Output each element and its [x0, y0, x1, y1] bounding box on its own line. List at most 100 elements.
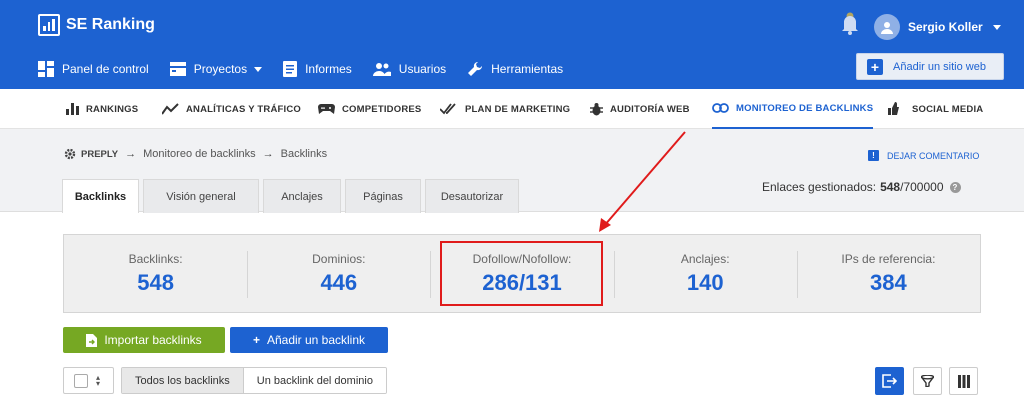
breadcrumb-separator: → — [125, 148, 137, 160]
nav-item-label: Usuarios — [398, 62, 447, 76]
nav-item-projects[interactable]: Proyectos — [169, 57, 263, 81]
thumbs-icon — [888, 102, 899, 115]
app-name: SE Ranking — [66, 16, 155, 33]
breadcrumb-current: Backlinks — [280, 148, 328, 160]
export-icon — [882, 374, 897, 388]
comment-label: DEJAR COMENTARIO — [887, 150, 980, 161]
tab-overview[interactable]: Visión general — [143, 179, 259, 213]
tab-competitors[interactable]: COMPETIDORES — [318, 89, 421, 129]
stat-label: IPs de referencia: — [841, 251, 936, 266]
tab-label: COMPETIDORES — [342, 103, 422, 115]
trend-line-icon — [162, 103, 179, 115]
nav-item-reports[interactable]: Informes — [283, 57, 352, 81]
tab-label: ANALÍTICAS Y TRÁFICO — [186, 103, 302, 115]
gear-icon — [64, 148, 76, 160]
module-nav: RANKINGS ANALÍTICAS Y TRÁFICO COMPETIDOR… — [0, 89, 1024, 129]
import-label: Importar backlinks — [104, 333, 202, 347]
user-menu[interactable]: Sergio Koller — [874, 14, 1001, 40]
breadcrumb-project[interactable]: PREPLY — [81, 149, 118, 160]
link-icon — [712, 103, 729, 113]
dashboard-icon — [38, 61, 54, 77]
tab-marketing-plan[interactable]: PLAN DE MARKETING — [440, 89, 570, 129]
bar-chart-icon — [66, 103, 79, 115]
managed-links: Enlaces gestionados: 548 /700000 ? — [762, 180, 961, 194]
stat-label: Backlinks: — [128, 251, 183, 266]
stat-value: 548 — [137, 269, 174, 295]
tab-anchors[interactable]: Anclajes — [263, 179, 341, 213]
managed-used: 548 — [880, 180, 901, 194]
stat-value: 286/131 — [482, 269, 562, 295]
main-nav: Panel de control Proyectos Informes Usua… — [38, 57, 584, 81]
breadcrumb-module[interactable]: Monitoreo de backlinks — [143, 148, 256, 160]
chevron-down-icon — [254, 66, 263, 72]
tab-social-media[interactable]: SOCIAL MEDIA — [887, 89, 983, 129]
funnel-icon — [921, 375, 934, 387]
columns-icon — [957, 374, 970, 388]
page-tabs: Backlinks Visión general Anclajes Página… — [62, 179, 523, 213]
annotation-arrow — [599, 131, 686, 232]
tab-backlink-monitor[interactable]: MONITOREO DE BACKLINKS — [712, 89, 874, 129]
import-backlinks-button[interactable]: Importar backlinks — [63, 327, 225, 353]
nav-item-label: Informes — [305, 62, 352, 76]
filter-one-per-domain[interactable]: Un backlink del dominio — [243, 368, 386, 393]
tab-rankings[interactable]: RANKINGS — [66, 89, 138, 129]
select-all-dropdown[interactable]: ▴ ▾ — [63, 367, 114, 394]
tab-disavow[interactable]: Desautorizar — [425, 179, 519, 213]
tab-analytics[interactable]: ANALÍTICAS Y TRÁFICO — [162, 89, 301, 129]
comment-icon: ! — [868, 150, 879, 161]
tab-label: AUDITORÍA WEB — [610, 103, 690, 115]
managed-label: Enlaces gestionados: — [762, 180, 877, 194]
tab-pages[interactable]: Páginas — [345, 179, 421, 213]
stat-value: 446 — [320, 269, 358, 295]
filter-all-backlinks[interactable]: Todos los backlinks — [122, 368, 244, 393]
nav-item-dashboard[interactable]: Panel de control — [38, 57, 149, 81]
double-check-icon — [440, 103, 456, 115]
help-icon[interactable]: ? — [949, 181, 961, 193]
app-logo[interactable]: SE Ranking — [38, 14, 155, 36]
bug-icon — [590, 102, 603, 115]
breadcrumb: PREPLY → Monitoreo de backlinks → Backli… — [64, 148, 327, 160]
avatar — [874, 14, 900, 40]
logo-icon — [38, 14, 60, 36]
wrench-icon — [468, 61, 483, 76]
add-backlink-button[interactable]: + Añadir un backlink — [230, 327, 388, 353]
stat-anchors: Anclajes: 140 — [613, 235, 797, 312]
managed-total: /700000 — [900, 180, 944, 194]
leave-comment-link[interactable]: ! DEJAR COMENTARIO — [868, 150, 979, 161]
add-label: Añadir un backlink — [266, 333, 366, 347]
stat-label: Anclajes: — [680, 251, 730, 266]
tab-label: PLAN DE MARKETING — [465, 103, 571, 115]
reports-icon — [283, 61, 298, 77]
filter-button[interactable] — [913, 367, 942, 395]
stat-value: 384 — [870, 269, 907, 295]
tab-label: MONITOREO DE BACKLINKS — [736, 102, 874, 114]
backlink-filter: Todos los backlinks Un backlink del domi… — [121, 367, 387, 394]
stat-label: Dominios: — [312, 251, 366, 266]
export-button[interactable] — [875, 367, 904, 395]
nav-item-label: Herramientas — [491, 62, 564, 76]
columns-button[interactable] — [949, 367, 978, 395]
top-header: SE Ranking Sergio Koller Panel de contro… — [0, 0, 1024, 89]
add-site-button[interactable]: + Añadir un sitio web — [856, 53, 1004, 80]
stat-domains: Dominios: 446 — [247, 235, 430, 312]
tab-label: RANKINGS — [86, 103, 139, 115]
select-all-checkbox[interactable] — [74, 373, 88, 388]
stat-dofollow-nofollow: Dofollow/Nofollow: 286/131 — [430, 235, 613, 312]
user-icon — [881, 22, 893, 34]
bell-icon[interactable] — [840, 12, 860, 36]
plus-icon: + — [867, 58, 883, 75]
stat-backlinks: Backlinks: 548 — [64, 235, 247, 312]
add-site-label: Añadir un sitio web — [893, 60, 986, 73]
users-icon — [372, 63, 391, 76]
projects-icon — [169, 62, 186, 76]
tab-site-audit[interactable]: AUDITORÍA WEB — [590, 89, 690, 129]
nav-item-tools[interactable]: Herramientas — [467, 57, 563, 81]
nav-item-users[interactable]: Usuarios — [372, 57, 447, 81]
tab-backlinks[interactable]: Backlinks — [62, 179, 139, 213]
tab-label: SOCIAL MEDIA — [912, 103, 984, 115]
plus-icon: + — [252, 333, 260, 347]
stats-panel: Backlinks: 548 Dominios: 446 Dofollow/No… — [63, 234, 981, 313]
gamepad-icon — [318, 104, 335, 114]
nav-item-label: Proyectos — [193, 62, 248, 76]
user-name: Sergio Koller — [908, 20, 983, 34]
